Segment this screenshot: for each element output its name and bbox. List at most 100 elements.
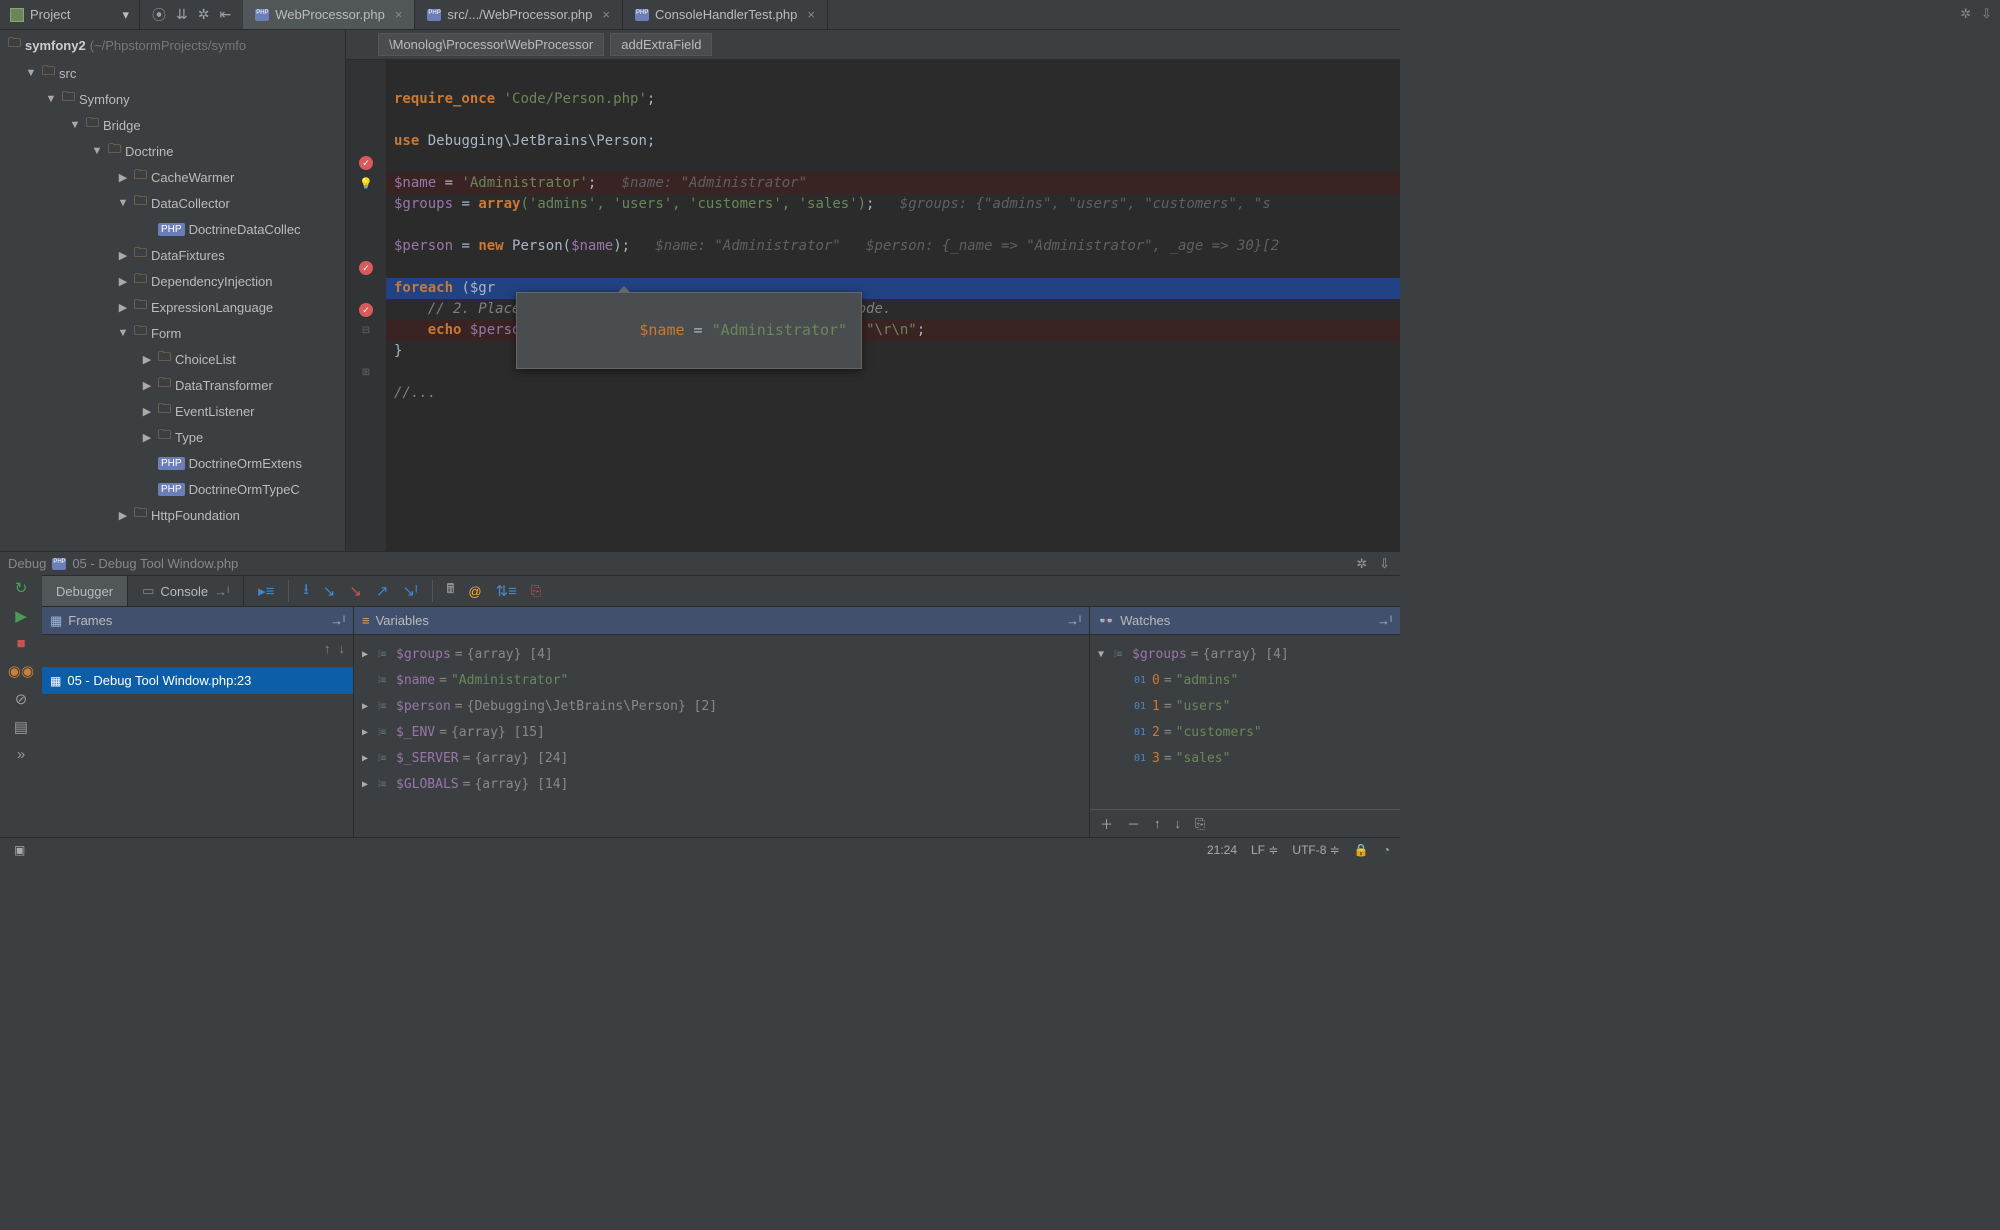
- variable-row[interactable]: ▶⦙≡ $person = {Debugging\JetBrains\Perso…: [358, 693, 1085, 719]
- tree-caret-icon[interactable]: [116, 275, 130, 288]
- variable-row[interactable]: ▶⦙≡ $_ENV = {array} [15]: [358, 719, 1085, 745]
- tree-item[interactable]: 🗀 Type: [0, 424, 345, 450]
- watch-item[interactable]: 01 2 = "customers": [1094, 719, 1396, 745]
- tree-caret-icon[interactable]: [116, 249, 130, 262]
- close-tab-icon[interactable]: ×: [807, 7, 815, 22]
- tree-item[interactable]: 🗀 Bridge: [0, 112, 345, 138]
- tree-item[interactable]: 🗀 HttpFoundation: [0, 502, 345, 528]
- tree-caret-icon[interactable]: [116, 301, 130, 314]
- step-into-icon[interactable]: ↘: [323, 582, 336, 600]
- tree-caret-icon[interactable]: [116, 197, 130, 209]
- close-tab-icon[interactable]: ×: [395, 7, 403, 22]
- variable-row[interactable]: ▶⦙≡ $groups = {array} [4]: [358, 641, 1085, 667]
- watch-row[interactable]: ▼⦙≡ $groups = {array} [4]: [1094, 641, 1396, 667]
- breakpoint-icon[interactable]: [359, 261, 373, 275]
- hide-icon[interactable]: →ˡ: [330, 613, 345, 628]
- tree-item[interactable]: 🗀 Doctrine: [0, 138, 345, 164]
- tree-caret-icon[interactable]: [140, 405, 154, 418]
- project-tree[interactable]: 🗀 src🗀 Symfony🗀 Bridge🗀 Doctrine🗀 CacheW…: [0, 60, 345, 551]
- hide-icon[interactable]: ⇤: [219, 6, 231, 23]
- tree-item[interactable]: 🗀 DataCollector: [0, 190, 345, 216]
- tool-window-icon[interactable]: ▣: [14, 843, 25, 857]
- tree-item[interactable]: 🗀 DataFixtures: [0, 242, 345, 268]
- copy-watch-icon[interactable]: ⎘: [1195, 816, 1205, 832]
- tree-item[interactable]: 🗀 src: [0, 60, 345, 86]
- tree-item[interactable]: 🗀 Symfony: [0, 86, 345, 112]
- watch-item[interactable]: 01 0 = "admins": [1094, 667, 1396, 693]
- tree-caret-icon[interactable]: [90, 145, 104, 157]
- step-over-icon[interactable]: ⭳: [303, 579, 308, 604]
- hide-icon[interactable]: →ˡ: [1066, 613, 1081, 628]
- lightbulb-icon[interactable]: 💡: [359, 177, 373, 190]
- tree-item[interactable]: 🗀 Form: [0, 320, 345, 346]
- variable-row[interactable]: ▶⦙≡ $GLOBALS = {array} [14]: [358, 771, 1085, 797]
- sort-icon[interactable]: ⇅≡: [496, 582, 517, 600]
- rerun-icon[interactable]: ↻: [15, 579, 28, 597]
- copy-icon[interactable]: ⎘: [531, 583, 541, 599]
- close-tab-icon[interactable]: ×: [602, 7, 610, 22]
- tree-caret-icon[interactable]: [116, 171, 130, 184]
- force-step-into-icon[interactable]: ↘: [349, 582, 362, 600]
- editor-tab[interactable]: src/.../WebProcessor.php ×: [415, 0, 623, 29]
- caret-position[interactable]: 21:24: [1207, 843, 1237, 857]
- add-watch-icon[interactable]: ＋: [1100, 814, 1113, 833]
- frame-row[interactable]: ▦ 05 - Debug Tool Window.php:23: [42, 667, 353, 694]
- at-icon[interactable]: @: [468, 584, 481, 599]
- more-icon[interactable]: »: [17, 746, 25, 763]
- tree-item[interactable]: PHP DoctrineOrmExtens: [0, 450, 345, 476]
- tree-caret-icon[interactable]: [116, 327, 130, 339]
- collapse-icon[interactable]: ⇊: [176, 6, 188, 23]
- variable-row[interactable]: ▶⦙≡ $_SERVER = {array} [24]: [358, 745, 1085, 771]
- remove-watch-icon[interactable]: －: [1127, 814, 1140, 833]
- view-breakpoints-icon[interactable]: ◉◉: [8, 662, 34, 680]
- inspector-icon[interactable]: ◔: [1383, 843, 1390, 857]
- watch-item[interactable]: 01 1 = "users": [1094, 693, 1396, 719]
- file-encoding[interactable]: UTF-8 ≑: [1292, 843, 1339, 857]
- tree-caret-icon[interactable]: [140, 353, 154, 366]
- tree-caret-icon[interactable]: [140, 379, 154, 392]
- project-tool-tab[interactable]: Project ▾: [0, 0, 140, 29]
- step-out-icon[interactable]: ↗: [376, 582, 389, 600]
- tree-caret-icon[interactable]: [116, 509, 130, 522]
- editor-tab[interactable]: ConsoleHandlerTest.php ×: [623, 0, 828, 29]
- variable-row[interactable]: ⦙≡ $name = "Administrator": [358, 667, 1085, 693]
- download-icon[interactable]: ⇩: [1981, 6, 1992, 22]
- line-ending[interactable]: LF ≑: [1251, 843, 1278, 857]
- target-icon[interactable]: ⦿: [152, 5, 166, 25]
- breadcrumb-item[interactable]: addExtraField: [610, 33, 712, 56]
- tree-item[interactable]: 🗀 CacheWarmer: [0, 164, 345, 190]
- tree-item[interactable]: 🗀 DependencyInjection: [0, 268, 345, 294]
- tree-item[interactable]: 🗀 ExpressionLanguage: [0, 294, 345, 320]
- tree-item[interactable]: PHP DoctrineOrmTypeC: [0, 476, 345, 502]
- tree-item[interactable]: 🗀 ChoiceList: [0, 346, 345, 372]
- gear-icon[interactable]: ✲: [1356, 556, 1367, 572]
- gear-icon[interactable]: ✲: [198, 6, 210, 23]
- minimize-icon[interactable]: ⇩: [1379, 556, 1390, 572]
- tree-caret-icon[interactable]: [68, 119, 82, 131]
- console-tab[interactable]: ▭ Console →ˡ: [128, 576, 244, 606]
- frame-up-icon[interactable]: ↑: [324, 641, 331, 656]
- editor-tab[interactable]: WebProcessor.php ×: [243, 0, 415, 29]
- breadcrumb-item[interactable]: \Monolog\Processor\WebProcessor: [378, 33, 604, 56]
- lock-icon[interactable]: 🔒: [1354, 843, 1369, 857]
- mute-breakpoints-icon[interactable]: ⊘: [15, 690, 28, 708]
- tree-item[interactable]: 🗀 EventListener: [0, 398, 345, 424]
- tree-caret-icon[interactable]: [24, 67, 38, 79]
- show-execution-point-icon[interactable]: ▸≡: [258, 582, 274, 600]
- hide-icon[interactable]: →ˡ: [1377, 613, 1392, 628]
- debugger-tab[interactable]: Debugger: [42, 576, 128, 606]
- breakpoint-icon[interactable]: [359, 303, 373, 317]
- variables-list[interactable]: ▶⦙≡ $groups = {array} [4]⦙≡ $name = "Adm…: [354, 635, 1089, 837]
- gutter[interactable]: 💡 ⊟ ⊞: [346, 60, 386, 551]
- watch-item[interactable]: 01 3 = "sales": [1094, 745, 1396, 771]
- tree-caret-icon[interactable]: [44, 93, 58, 105]
- project-root[interactable]: 🗀 symfony2 (~/PhpstormProjects/symfo: [0, 30, 345, 60]
- settings-icon[interactable]: ▤: [14, 718, 28, 736]
- tree-item[interactable]: 🗀 DataTransformer: [0, 372, 345, 398]
- run-to-cursor-icon[interactable]: ↘ᴵ: [402, 582, 417, 600]
- watches-list[interactable]: ▼⦙≡ $groups = {array} [4]01 0 = "admins"…: [1090, 635, 1400, 809]
- tree-caret-icon[interactable]: [140, 431, 154, 444]
- frame-down-icon[interactable]: ↓: [339, 641, 346, 656]
- editor-body[interactable]: 💡 ⊟ ⊞ require_once 'Code/Person.php'; us…: [346, 60, 1400, 551]
- resume-icon[interactable]: ▶: [15, 607, 27, 625]
